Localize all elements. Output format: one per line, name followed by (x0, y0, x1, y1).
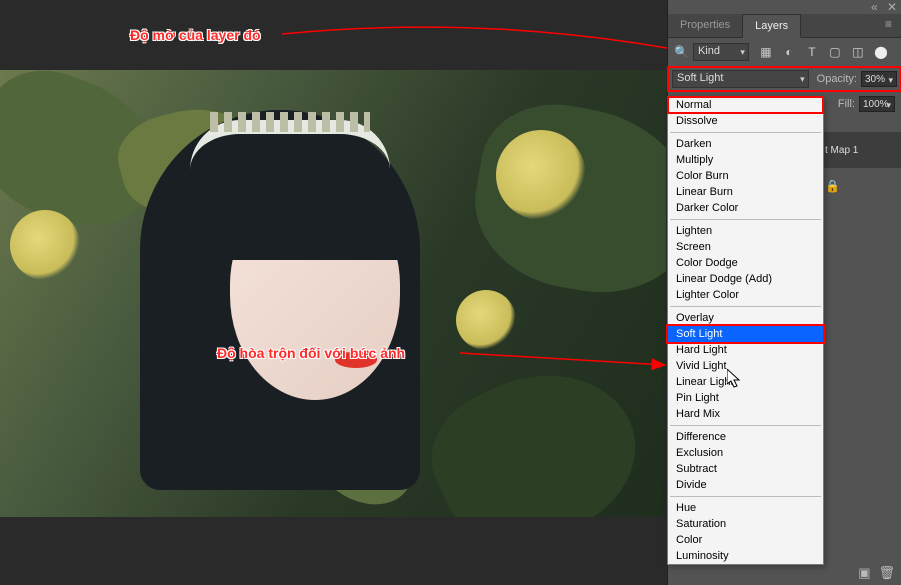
layers-list: t Map 1 🔒 (821, 132, 901, 204)
blend-option-darker-color[interactable]: Darker Color (668, 200, 823, 216)
chevron-down-icon: ▾ (886, 100, 891, 111)
close-panel-icon[interactable]: ✕ (887, 2, 897, 12)
blend-option-linear-light[interactable]: Linear Light (668, 374, 823, 390)
chevron-down-icon: ▾ (888, 75, 893, 86)
blend-option-hard-mix[interactable]: Hard Mix (668, 406, 823, 422)
highlight-normal-box: Normal (668, 97, 823, 113)
blend-option-color-burn[interactable]: Color Burn (668, 168, 823, 184)
tab-properties[interactable]: Properties (668, 14, 742, 37)
blend-mode-dropdown: Normal Dissolve Darken Multiply Color Bu… (667, 96, 824, 565)
blend-option-darken[interactable]: Darken (668, 136, 823, 152)
blend-option-linear-dodge[interactable]: Linear Dodge (Add) (668, 271, 823, 287)
blend-option-divide[interactable]: Divide (668, 477, 823, 493)
blend-option-screen[interactable]: Screen (668, 239, 823, 255)
filter-toggle-icon[interactable]: ⬤ (874, 45, 888, 59)
dropdown-separator (670, 132, 821, 133)
blend-option-difference[interactable]: Difference (668, 429, 823, 445)
blend-option-dissolve[interactable]: Dissolve (668, 113, 823, 129)
chevron-down-icon: ▾ (740, 47, 745, 58)
filter-smart-icon[interactable]: ◫ (851, 45, 865, 59)
blend-option-pin-light[interactable]: Pin Light (668, 390, 823, 406)
blend-option-vivid-light[interactable]: Vivid Light (668, 358, 823, 374)
canvas-area[interactable] (0, 0, 667, 585)
fill-value: 100% (863, 99, 889, 110)
filter-shape-icon[interactable]: ▢ (828, 45, 842, 59)
layer-item-locked[interactable]: 🔒 (821, 168, 901, 204)
tab-layers[interactable]: Layers (742, 14, 801, 38)
blend-option-subtract[interactable]: Subtract (668, 461, 823, 477)
dropdown-separator (670, 425, 821, 426)
filter-type-icon[interactable]: T (805, 45, 819, 59)
search-icon: 🔍 (674, 45, 689, 59)
blend-mode-value: Soft Light (677, 72, 723, 84)
blend-option-overlay[interactable]: Overlay (668, 310, 823, 326)
blend-opacity-row: Soft Light ▾ Opacity: 30% ▾ (668, 67, 901, 91)
blend-option-color-dodge[interactable]: Color Dodge (668, 255, 823, 271)
blend-option-lighten[interactable]: Lighten (668, 223, 823, 239)
filter-pixel-icon[interactable]: ▦ (759, 45, 773, 59)
fill-input[interactable]: 100% ▾ (859, 96, 895, 112)
fill-label: Fill: (838, 98, 855, 110)
panel-menu-icon[interactable]: ≡ (885, 19, 895, 29)
layer-label: t Map 1 (825, 145, 858, 156)
blend-mode-select[interactable]: Soft Light ▾ (672, 70, 809, 88)
layer-item-gradient-map[interactable]: t Map 1 (821, 132, 901, 168)
filter-adjustment-icon[interactable]: ◐ (782, 45, 796, 59)
lock-icon: 🔒 (825, 179, 840, 193)
layer-filter-row: 🔍 Kind ▾ ▦ ◐ T ▢ ◫ ⬤ (668, 38, 901, 67)
blend-option-normal[interactable]: Normal (668, 97, 823, 113)
collapse-panel-icon[interactable]: « (871, 2, 881, 12)
new-layer-icon[interactable]: ▣ (858, 565, 870, 581)
blend-option-lighter-color[interactable]: Lighter Color (668, 287, 823, 303)
document-image[interactable] (0, 70, 666, 517)
filter-kind-label: Kind (698, 45, 720, 57)
blend-option-hue[interactable]: Hue (668, 500, 823, 516)
chevron-down-icon: ▾ (800, 74, 805, 85)
blend-option-luminosity[interactable]: Luminosity (668, 548, 823, 564)
opacity-input[interactable]: 30% ▾ (861, 71, 897, 87)
blend-option-exclusion[interactable]: Exclusion (668, 445, 823, 461)
filter-kind-select[interactable]: Kind ▾ (693, 43, 749, 61)
filter-type-icons: ▦ ◐ T ▢ ◫ ⬤ (759, 45, 888, 59)
blend-option-saturation[interactable]: Saturation (668, 516, 823, 532)
opacity-label: Opacity: (817, 73, 857, 85)
blend-option-color[interactable]: Color (668, 532, 823, 548)
dropdown-separator (670, 496, 821, 497)
delete-layer-icon[interactable]: 🗑 (878, 565, 895, 581)
blend-option-hard-light[interactable]: Hard Light (668, 342, 823, 358)
layers-footer: ▣ 🗑 (858, 565, 895, 581)
dropdown-separator (670, 306, 821, 307)
annotation-blend: Độ hòa trộn đối với bức ảnh (217, 345, 405, 361)
dropdown-separator (670, 219, 821, 220)
panel-tabs: Properties Layers ≡ (668, 14, 901, 38)
blend-option-multiply[interactable]: Multiply (668, 152, 823, 168)
annotation-opacity: Độ mờ của layer đó (130, 27, 261, 43)
blend-option-linear-burn[interactable]: Linear Burn (668, 184, 823, 200)
highlight-softlight-box: Soft Light (668, 326, 823, 342)
blend-option-soft-light[interactable]: Soft Light (668, 326, 823, 342)
opacity-value: 30% (865, 74, 885, 85)
